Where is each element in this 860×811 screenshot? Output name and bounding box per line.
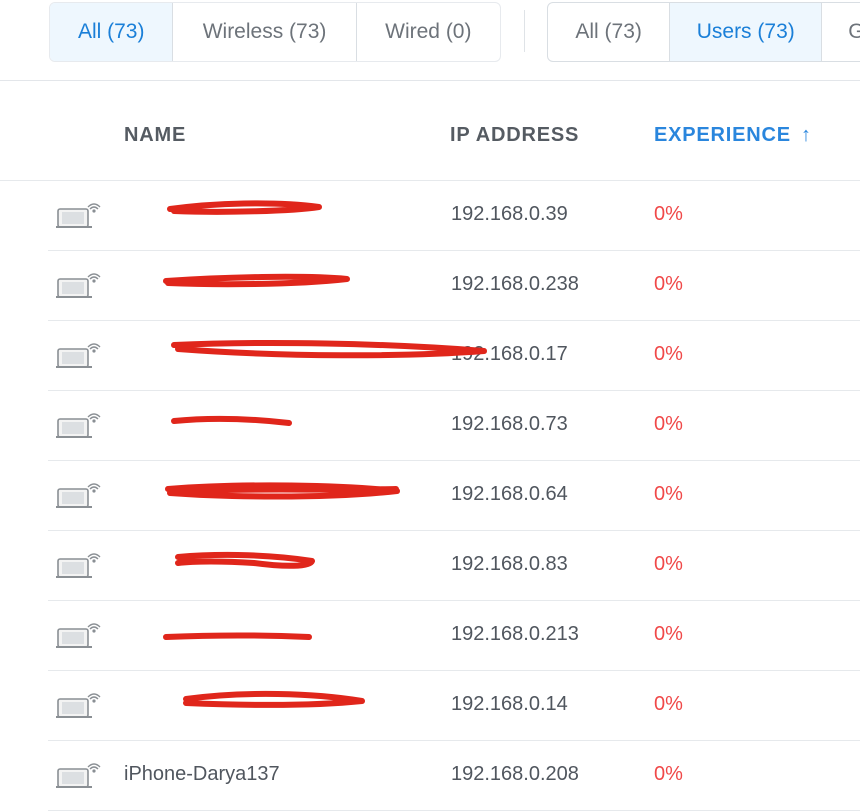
wireless-device-icon [56, 693, 101, 718]
client-type-filter-group: All (73) Users (73) G [547, 2, 860, 62]
column-header-ip-address[interactable]: IP ADDRESS [450, 124, 579, 147]
redaction-scribble [171, 415, 292, 426]
client-experience: 0% [654, 343, 683, 365]
table-header: NAME IP ADDRESS EXPERIENCE ↑ [0, 100, 860, 181]
table-row[interactable]: 192.168.0.83 0% [48, 531, 860, 601]
redaction-scribble [175, 551, 315, 569]
filter-wireless[interactable]: Wireless (73) [173, 3, 357, 61]
client-experience: 0% [654, 763, 683, 785]
client-list: 192.168.0.39 0% 192.168.0.238 0% 192.168.0.1… [48, 181, 860, 811]
wireless-device-icon [56, 763, 101, 788]
experience-header-label: EXPERIENCE [654, 124, 791, 146]
client-name[interactable]: iPhone-Darya137 [124, 763, 280, 786]
table-row[interactable]: 192.168.0.39 0% [48, 181, 860, 251]
client-experience: 0% [654, 203, 683, 225]
sort-ascending-arrow-icon: ↑ [800, 124, 812, 146]
connection-filter-group: All (73) Wireless (73) Wired (0) [49, 2, 501, 62]
client-experience: 0% [654, 553, 683, 575]
client-ip-address: 192.168.0.64 [451, 483, 568, 505]
wireless-device-icon [56, 343, 101, 368]
client-ip-address: 192.168.0.14 [451, 693, 568, 715]
filter-bar: All (73) Wireless (73) Wired (0) All (73… [0, 0, 860, 81]
table-row[interactable]: 192.168.0.64 0% [48, 461, 860, 531]
client-experience: 0% [654, 693, 683, 715]
table-row[interactable]: 192.168.0.17 0% [48, 321, 860, 391]
redaction-scribble [163, 273, 350, 288]
table-row[interactable]: 192.168.0.14 0% [48, 671, 860, 741]
table-row[interactable]: 192.168.0.238 0% [48, 251, 860, 321]
filter-guests[interactable]: G [822, 3, 860, 61]
client-ip-address: 192.168.0.39 [451, 203, 568, 225]
client-ip-address: 192.168.0.238 [451, 273, 579, 295]
wireless-device-icon [56, 413, 101, 438]
filter-divider [524, 10, 525, 52]
redaction-scribble [167, 200, 322, 215]
wireless-device-icon [56, 553, 101, 578]
redaction-scribble [165, 482, 400, 500]
redaction-scribble [163, 632, 312, 640]
wireless-device-icon [56, 623, 101, 648]
wireless-device-icon [56, 483, 101, 508]
client-experience: 0% [654, 623, 683, 645]
filter-all-connections[interactable]: All (73) [50, 3, 174, 61]
table-row[interactable]: 192.168.0.213 0% [48, 601, 860, 671]
filter-all-clients[interactable]: All (73) [548, 3, 671, 61]
client-experience: 0% [654, 413, 683, 435]
client-experience: 0% [654, 483, 683, 505]
client-ip-address: 192.168.0.208 [451, 763, 579, 785]
redaction-scribble [183, 690, 365, 708]
filter-users[interactable]: Users (73) [670, 3, 823, 61]
wireless-device-icon [56, 273, 101, 298]
client-experience: 0% [654, 273, 683, 295]
client-ip-address: 192.168.0.73 [451, 413, 568, 435]
filter-wired[interactable]: Wired (0) [357, 3, 500, 61]
wireless-device-icon [56, 203, 101, 228]
client-ip-address: 192.168.0.213 [451, 623, 579, 645]
table-row[interactable]: iPhone-Darya137 192.168.0.208 0% [48, 741, 860, 811]
column-header-name[interactable]: NAME [124, 124, 186, 147]
column-header-experience[interactable]: EXPERIENCE ↑ [654, 124, 812, 147]
redaction-scribble [171, 340, 487, 359]
table-row[interactable]: 192.168.0.73 0% [48, 391, 860, 461]
client-ip-address: 192.168.0.83 [451, 553, 568, 575]
